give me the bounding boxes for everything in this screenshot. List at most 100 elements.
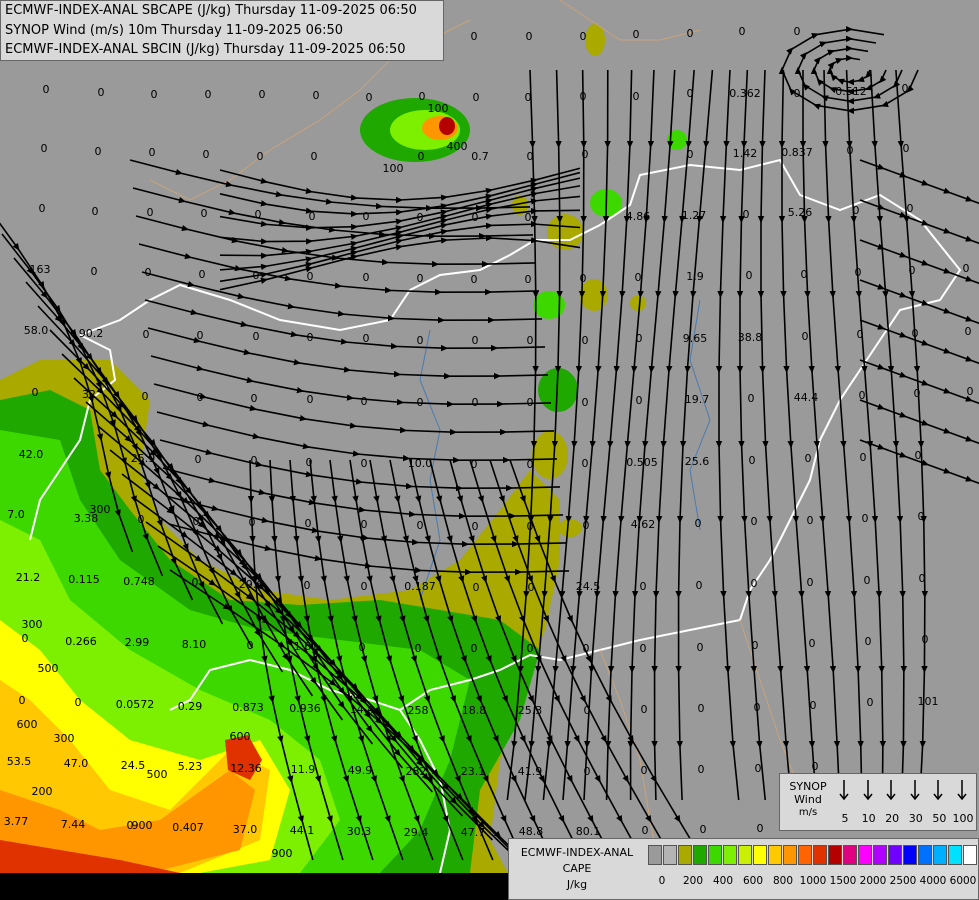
station-value: 0 xyxy=(580,30,587,43)
synop-legend-label: SYNOP Wind m/s xyxy=(786,780,830,819)
station-value: 5.23 xyxy=(178,760,203,773)
station-value: 0 xyxy=(582,396,589,409)
station-value: 2.99 xyxy=(125,636,150,649)
station-value: 18.8 xyxy=(462,704,487,717)
station-value: 0 xyxy=(912,327,919,340)
station-value: 0 xyxy=(582,148,589,161)
station-value: 0 xyxy=(757,822,764,835)
station-value: 0 xyxy=(473,91,480,104)
station-value: 0 xyxy=(22,632,29,645)
station-value: 0 xyxy=(253,269,260,282)
cape-color-swatch xyxy=(948,845,962,865)
station-value: 0 xyxy=(91,265,98,278)
station-value: 0 xyxy=(199,268,206,281)
station-value: 0 xyxy=(138,513,145,526)
station-value: 0 xyxy=(19,694,26,707)
station-value: 0.748 xyxy=(123,575,155,588)
cape-color-swatch xyxy=(708,845,722,865)
cape-tick-label: 1000 xyxy=(799,875,827,887)
station-value: 0 xyxy=(698,763,705,776)
station-value: 0 xyxy=(687,148,694,161)
contour-label: 600 xyxy=(230,730,251,743)
cape-color-swatch xyxy=(678,845,692,865)
station-value: 0 xyxy=(92,205,99,218)
station-value: 0 xyxy=(527,642,534,655)
station-value: 0 xyxy=(640,580,647,593)
station-value: 0.362 xyxy=(729,87,761,100)
station-value: 0 xyxy=(145,266,152,279)
station-value: 0 xyxy=(304,579,311,592)
station-value: 0 xyxy=(919,572,926,585)
station-value: 0.7 xyxy=(471,150,489,163)
station-value: 0 xyxy=(361,457,368,470)
station-value: 0 xyxy=(307,331,314,344)
station-value: 29.4 xyxy=(404,826,429,839)
station-value: 0 xyxy=(865,635,872,648)
station-value: 0 xyxy=(903,142,910,155)
cape-blob-c-8 xyxy=(558,519,582,537)
station-value: 0 xyxy=(259,88,266,101)
station-value: 0 xyxy=(147,206,154,219)
station-value: 163 xyxy=(30,263,51,276)
cape-tick-labels: 0 200 400 600 800 1000 1500 2000 2500 4000 6000 xyxy=(648,875,978,889)
cape-color-swatch xyxy=(873,845,887,865)
station-value: 47.7 xyxy=(461,826,486,839)
station-value: 0 xyxy=(247,639,254,652)
station-value: 0 xyxy=(584,704,591,717)
synop-values: 5 10 20 30 50 100 xyxy=(834,812,974,825)
cape-blob-c-7 xyxy=(630,295,646,311)
cape-tick-label: 200 xyxy=(682,875,704,887)
synop-label-line2: Wind xyxy=(794,793,822,806)
station-value: 0 xyxy=(306,456,313,469)
station-value: 0 xyxy=(472,396,479,409)
station-value: 0.0572 xyxy=(116,698,155,711)
station-value: 0 xyxy=(472,211,479,224)
station-value: 0 xyxy=(857,328,864,341)
station-value: 0 xyxy=(801,268,808,281)
cape-color-swatch xyxy=(903,845,917,865)
synop-barbs xyxy=(834,778,972,804)
station-value: 0.505 xyxy=(626,456,658,469)
cape-label-line2: CAPE xyxy=(562,862,592,875)
station-value: 0 xyxy=(249,516,256,529)
station-value: 0 xyxy=(696,579,703,592)
station-value: 30.3 xyxy=(347,825,372,838)
station-value: 0 xyxy=(635,271,642,284)
station-value: 0 xyxy=(864,574,871,587)
contour-label: 100 xyxy=(428,102,449,115)
contour-label: 300 xyxy=(22,618,43,631)
station-value: 0 xyxy=(75,696,82,709)
cape-tick-label: 6000 xyxy=(949,875,977,887)
synop-value: 50 xyxy=(932,812,947,825)
contour-label: 500 xyxy=(147,768,168,781)
station-value: 0 xyxy=(584,765,591,778)
station-value: 9.65 xyxy=(683,332,708,345)
station-value: 32 xyxy=(82,388,96,401)
synop-value: 30 xyxy=(908,812,923,825)
station-value: 1.9 xyxy=(686,270,704,283)
station-value: 0 xyxy=(307,393,314,406)
station-value: 0 xyxy=(149,146,156,159)
station-value: 1.42 xyxy=(733,147,758,160)
station-value: 12.36 xyxy=(230,762,262,775)
cape-tick-label: 2500 xyxy=(889,875,917,887)
station-value: 0 xyxy=(698,702,705,715)
station-value: 0 xyxy=(802,330,809,343)
contour-label: 500 xyxy=(38,662,59,675)
station-value: 0 xyxy=(251,454,258,467)
station-value: 0 xyxy=(749,454,756,467)
station-value: 0 xyxy=(525,91,532,104)
cape-tick-label: 4000 xyxy=(919,875,947,887)
cape-tick-label: 1500 xyxy=(829,875,857,887)
station-value: 0 xyxy=(415,642,422,655)
cape-color-swatch xyxy=(933,845,947,865)
station-value: 49.9 xyxy=(348,764,373,777)
wind-barb-icon xyxy=(933,780,943,801)
station-value: 80.1 xyxy=(576,825,601,838)
station-value: 0 xyxy=(805,452,812,465)
map-title-box: ECMWF-INDEX-ANAL SBCAPE (J/kg) Thursday … xyxy=(0,0,444,61)
station-value: 0 xyxy=(528,581,535,594)
station-value: 0 xyxy=(695,517,702,530)
station-value: 0 xyxy=(251,392,258,405)
station-value: 5.26 xyxy=(788,206,813,219)
